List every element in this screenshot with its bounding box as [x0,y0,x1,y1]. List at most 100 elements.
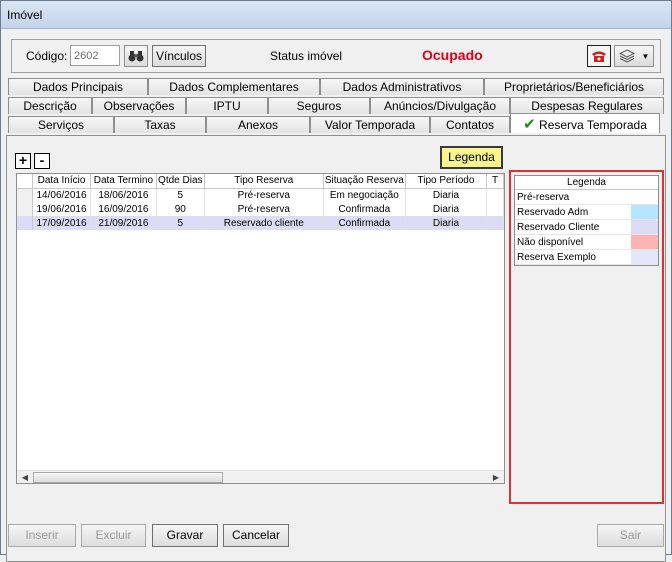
cell-qtde-dias: 5 [156,188,205,202]
scroll-left-icon[interactable]: ◀ [19,472,31,483]
cell-data-termino: 16/09/2016 [90,202,157,216]
col-situacao-reserva[interactable]: Situação Reserva [323,174,406,189]
cell-tipo-reserva: Reservado cliente [204,216,324,230]
window-title: Imóvel [1,1,671,29]
inserir-button[interactable]: Inserir [8,524,76,547]
remove-button[interactable]: - [34,153,50,169]
status-value: Ocupado [422,47,483,63]
col-tipo-reserva[interactable]: Tipo Reserva [204,174,324,189]
legend-panel: Legenda Pré-reserva Reservado Adm Reserv… [509,170,664,504]
imovel-window: Imóvel Código: Vínculos Status imóvel Oc… [0,0,672,562]
sair-button[interactable]: Sair [597,524,664,547]
cell-qtde-dias: 5 [156,216,205,230]
tab-proprietarios[interactable]: Proprietários/Beneficiários [484,78,664,95]
cell-tipo-periodo: Diaria [405,202,488,216]
cell-situacao-reserva: Confirmada [323,202,406,216]
tab-iptu[interactable]: IPTU [186,97,268,114]
layers-dropdown[interactable]: ▼ [614,45,654,67]
legend-swatch [631,250,658,264]
scrollbar-thumb[interactable] [33,472,223,483]
row-indicator [17,216,34,230]
col-data-inicio[interactable]: Data Início [32,174,91,189]
tab-anuncios[interactable]: Anúncios/Divulgação [370,97,510,114]
tab-contatos[interactable]: Contatos [430,116,510,133]
binoculars-search-icon[interactable] [124,45,148,67]
legend-swatch [631,220,658,234]
chevron-down-icon: ▼ [641,51,650,61]
codigo-input[interactable] [70,45,120,66]
legend-item-label: Pré-reserva [517,192,570,203]
add-button[interactable]: + [15,153,31,169]
reservas-grid: Data Início Data Termino Qtde Dias Tipo … [16,173,505,484]
col-data-termino[interactable]: Data Termino [90,174,157,189]
row-indicator [17,188,34,202]
row-indicator [17,202,34,216]
tab-reserva-temporada[interactable]: ✔ Reserva Temporada [510,113,660,133]
codigo-label: Código: [26,49,68,63]
legend-swatch [631,205,658,219]
legend-table: Legenda Pré-reserva Reservado Adm Reserv… [514,175,659,266]
tabs-area: Dados Principais Dados Complementares Da… [6,78,666,562]
cell-data-termino: 18/06/2016 [90,188,157,202]
cell-situacao-reserva: Em negociação [323,188,406,202]
tab-seguros[interactable]: Seguros [268,97,370,114]
cancelar-button[interactable]: Cancelar [223,524,289,547]
layers-icon [618,49,635,63]
cell-data-inicio: 19/06/2016 [32,202,91,216]
horizontal-scrollbar[interactable]: ◀ ▶ [17,470,504,483]
checkmark-icon: ✔ [523,116,536,133]
tab-row-1: Dados Principais Dados Complementares Da… [8,78,664,95]
reserva-temporada-panel: + - Legenda Data Início Data Termino Qtd… [6,135,666,562]
grid-header-row: Data Início Data Termino Qtde Dias Tipo … [17,174,504,189]
tab-anexos[interactable]: Anexos [206,116,310,133]
cell-tipo-reserva: Pré-reserva [204,202,324,216]
legend-item: Pré-reserva [515,190,658,205]
cell-qtde-dias: 90 [156,202,205,216]
legend-title: Legenda [515,176,658,190]
tab-descricao[interactable]: Descrição [8,97,92,114]
tab-dados-principais[interactable]: Dados Principais [8,78,148,95]
cell-t [486,202,504,216]
table-row-selected[interactable]: 17/09/2016 21/09/2016 5 Reservado client… [17,216,504,230]
legenda-button[interactable]: Legenda [440,146,503,169]
header-panel: Código: Vínculos Status imóvel Ocupado ▼ [11,39,661,73]
tab-dados-complementares[interactable]: Dados Complementares [148,78,320,95]
grid-indicator-header [17,174,34,189]
legend-item-label: Não disponível [517,237,584,248]
col-qtde-dias[interactable]: Qtde Dias [156,174,205,189]
legend-item-label: Reservado Adm [517,207,589,218]
vinculos-button[interactable]: Vínculos [152,45,206,67]
cell-situacao-reserva: Confirmada [323,216,406,230]
cell-tipo-periodo: Diaria [405,188,488,202]
gravar-button[interactable]: Gravar [152,524,218,547]
cell-tipo-periodo: Diaria [405,216,488,230]
phone-icon[interactable] [587,45,611,67]
tab-reserva-temporada-label: Reserva Temporada [539,118,647,132]
tab-despesas[interactable]: Despesas Regulares [510,97,664,114]
table-row[interactable]: 14/06/2016 18/06/2016 5 Pré-reserva Em n… [17,188,504,202]
legend-swatch [631,190,658,204]
tab-dados-administrativos[interactable]: Dados Administrativos [320,78,484,95]
scroll-right-icon[interactable]: ▶ [490,472,502,483]
legend-item: Não disponível [515,235,658,250]
cell-t [486,188,504,202]
tab-servicos[interactable]: Serviços [8,116,114,133]
tab-row-3: Serviços Taxas Anexos Valor Temporada Co… [8,113,660,133]
tab-valor-temporada[interactable]: Valor Temporada [310,116,430,133]
status-label: Status imóvel [270,49,343,63]
col-tipo-periodo[interactable]: Tipo Período [405,174,488,189]
tab-observacoes[interactable]: Observações [92,97,186,114]
tab-row-2: Descrição Observações IPTU Seguros Anúnc… [8,97,664,114]
table-row[interactable]: 19/06/2016 16/09/2016 90 Pré-reserva Con… [17,202,504,216]
legend-item: Reservado Adm [515,205,658,220]
tab-taxas[interactable]: Taxas [114,116,206,133]
legend-item: Reserva Exemplo [515,250,658,265]
footer-toolbar: Inserir Excluir Gravar Cancelar Sair [1,520,671,555]
cell-data-inicio: 14/06/2016 [32,188,91,202]
col-t[interactable]: T [486,174,504,189]
cell-data-termino: 21/09/2016 [90,216,157,230]
legend-item-label: Reserva Exemplo [517,252,596,263]
excluir-button[interactable]: Excluir [81,524,146,547]
legend-item: Reservado Cliente [515,220,658,235]
cell-t [486,216,504,230]
